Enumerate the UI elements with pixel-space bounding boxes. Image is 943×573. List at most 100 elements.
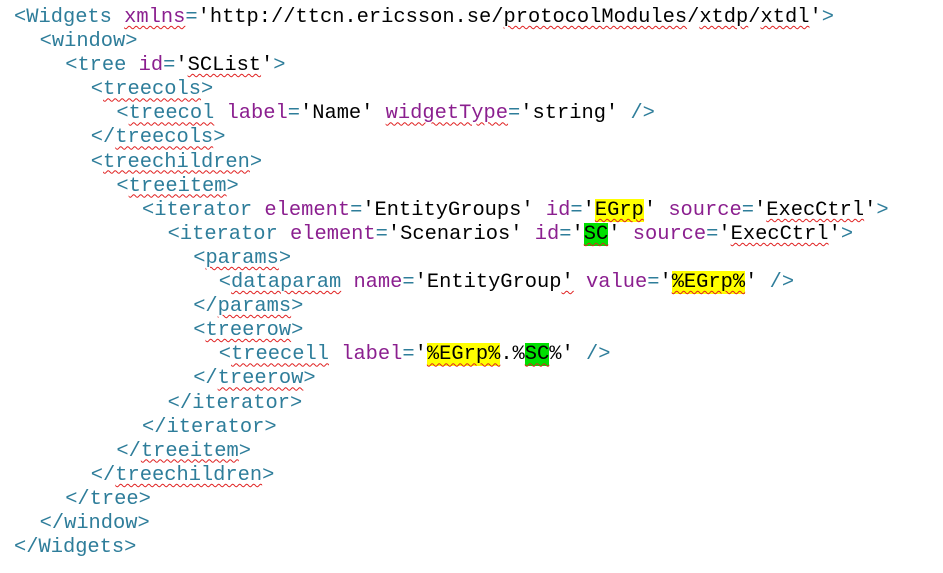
code-line: <iterator element='EntityGroups' id='EGr… (0, 198, 943, 223)
code-punctuation: </ (193, 295, 218, 319)
code-punctuation: > (137, 511, 150, 535)
code-tag-name: dataparam (231, 271, 342, 295)
code-attribute-value: ' (864, 198, 877, 222)
code-punctuation: </ (142, 415, 167, 439)
code-tag-name: Widgets (38, 536, 125, 560)
code-line: <treechildren> (0, 151, 943, 175)
code-attribute-value: xtdp (699, 6, 749, 29)
code-attribute-value: 'Scenarios' (387, 222, 523, 246)
code-tag-name: iterator (192, 391, 290, 415)
code-punctuation: > (249, 150, 263, 174)
code-line: <params> (0, 247, 943, 271)
code-punctuation: /> (586, 343, 611, 367)
code-line: <window> (0, 30, 943, 54)
code-line: </treerow> (0, 367, 943, 391)
code-punctuation: > (200, 78, 214, 102)
code-attribute-value: ' (414, 271, 427, 295)
code-attribute-value: SC (583, 222, 609, 246)
code-attribute-value: 'EntityGroups' (362, 198, 534, 222)
code-attribute-value: ' (582, 198, 595, 222)
code-punctuation: > (213, 126, 226, 150)
code-punctuation: /> (769, 271, 795, 295)
code-punctuation: < (218, 343, 232, 367)
code-attribute-value: ExecCtrl (730, 222, 829, 246)
code-line: <iterator element='Scenarios' id='SC' so… (0, 222, 943, 247)
code-tag-name: iterator (166, 415, 265, 439)
code-punctuation: = (375, 222, 388, 246)
code-line: </tree> (0, 488, 943, 512)
code-punctuation: > (840, 222, 854, 246)
code-punctuation: > (226, 174, 239, 198)
code-attribute-value: ' (809, 6, 822, 29)
code-attribute-value: EntityGroup (426, 271, 562, 295)
code-attribute-value: ExecCtrl (766, 198, 865, 222)
code-line: <treerow> (0, 319, 943, 343)
code-punctuation: > (238, 439, 252, 463)
code-attribute-value: SC (524, 343, 550, 367)
code-punctuation: = (185, 6, 198, 29)
code-attribute-name: element (264, 198, 351, 222)
code-attribute-name: source (632, 222, 707, 246)
code-attribute-name: value (586, 271, 648, 295)
code-punctuation: < (65, 54, 78, 78)
code-line: </treecols> (0, 126, 943, 150)
code-punctuation: > (264, 415, 277, 439)
code-punctuation: < (193, 246, 206, 270)
code-punctuation: > (273, 54, 286, 78)
code-line: <treecols> (0, 78, 943, 102)
code-attribute-value: ' (561, 271, 574, 295)
code-punctuation: > (876, 198, 889, 222)
code-punctuation: = (402, 271, 415, 295)
code-punctuation: </ (116, 439, 141, 463)
code-attribute-value: ' (753, 198, 767, 222)
code-line: <treecol label='Name' widgetType='string… (0, 102, 943, 126)
code-tag-name: treeitem (128, 174, 227, 198)
code-punctuation: > (262, 463, 275, 487)
code-attribute-value: xtdl (760, 6, 810, 29)
code-line: </params> (0, 295, 943, 319)
code-punctuation: = (706, 222, 719, 246)
code-line: </Widgets> (0, 536, 943, 560)
code-punctuation: < (14, 6, 27, 29)
code-line: </treechildren> (0, 464, 943, 488)
code-attribute-name: widgetType (385, 102, 509, 126)
code-tag-name: Widgets (26, 6, 112, 29)
code-attribute-name: label (341, 343, 403, 367)
code-punctuation: = (570, 198, 583, 222)
code-tag-name: window (64, 511, 138, 535)
code-punctuation: < (167, 222, 180, 246)
code-punctuation: < (116, 102, 129, 126)
code-tag-name: treerow (217, 367, 304, 391)
code-attribute-value: protocolModules (503, 6, 688, 29)
code-attribute-name: id (545, 198, 571, 222)
code-punctuation: </ (167, 391, 193, 415)
code-attribute-value: 'http://ttcn.ericsson.se/ (197, 6, 504, 29)
code-attribute-value: / (687, 6, 700, 29)
code-attribute-value: ' (414, 343, 427, 367)
code-line: <treeitem> (0, 175, 943, 199)
code-attribute-value: ' (261, 54, 274, 78)
code-tag-name: params (217, 295, 292, 319)
code-punctuation: = (559, 222, 572, 246)
code-tag-name: iterator (154, 198, 253, 222)
code-punctuation: > (124, 536, 137, 560)
code-punctuation: = (163, 54, 176, 78)
code-attribute-value: % (549, 343, 562, 367)
code-punctuation: > (278, 246, 292, 270)
code-line: <treecell label='%EGrp%.%SC%' /> (0, 343, 943, 367)
code-tag-name: treecols (115, 126, 214, 150)
code-punctuation: < (193, 319, 206, 343)
code-attribute-value: 'string' (520, 102, 619, 126)
code-punctuation: < (142, 198, 155, 222)
code-attribute-value: ' (175, 54, 188, 78)
code-punctuation: = (402, 343, 415, 367)
code-line: </treeitem> (0, 440, 943, 464)
code-attribute-value: %EGrp% (426, 343, 501, 367)
